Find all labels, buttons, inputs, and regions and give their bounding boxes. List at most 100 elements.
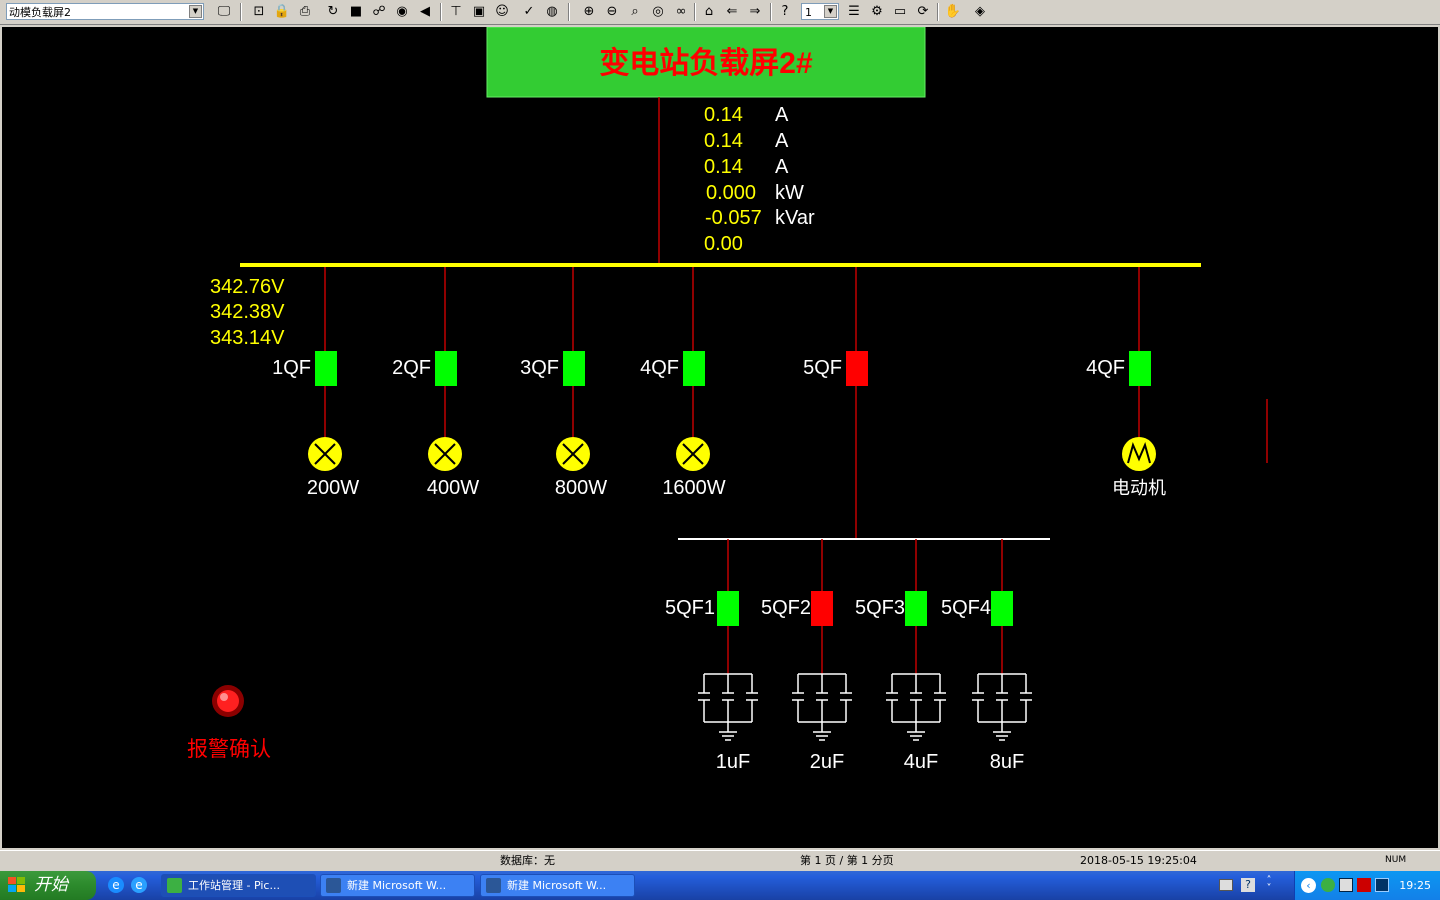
capacitor-8uf-label: 8uF [990,751,1024,773]
capacitor-bank-icon [886,673,946,741]
window-icon[interactable]: ▭ [891,3,909,21]
breaker-2qf[interactable] [435,351,457,386]
zoom-select[interactable]: 1 ▼ [801,3,839,20]
breaker-5qf4[interactable] [991,591,1013,626]
forward-icon[interactable]: ⇒ [746,3,764,21]
toolbar-separator [937,3,939,21]
breaker-1qf[interactable] [315,351,337,386]
status-bar: 数据库：无 第 1 页 / 第 1 分页 2018-05-15 19:25:04… [0,850,1440,871]
breaker-5qf2[interactable] [811,591,833,626]
current-c-unit: A [775,156,789,178]
page-select[interactable]: 动模负载屏2 ▼ [6,3,204,20]
breaker-motor-4qf[interactable] [1129,351,1151,386]
word-icon [486,878,501,893]
chevron-down-icon[interactable]: ▼ [824,5,837,18]
monitor-icon[interactable]: 🖵 [215,3,233,21]
sync-icon[interactable]: ⟳ [914,3,932,21]
breaker-5qf1[interactable] [717,591,739,626]
globe-search-icon[interactable]: ◍ [543,3,561,21]
image-icon[interactable]: ▣ [470,3,488,21]
filter-icon[interactable]: ⊤ [447,3,465,21]
taskbar-clock: 19:25 [1399,879,1431,892]
network-icon[interactable] [1321,878,1335,892]
breaker-3qf[interactable] [563,351,585,386]
task-workstation[interactable]: 工作站管理 - Pic... [161,874,316,897]
hand-icon[interactable]: ✋ [944,3,962,21]
list-icon[interactable]: ☰ [845,3,863,21]
voltage-b: 342.38V [210,301,285,323]
current-b-unit: A [775,130,789,152]
globe-icon [167,878,182,893]
zoom-select-value: 1 [805,6,812,19]
system-tray: ‹ 19:25 [1294,871,1440,900]
binoculars-icon[interactable]: ∞ [672,3,690,21]
zoom-fit-icon[interactable]: ◎ [649,3,667,21]
back-arrow-icon[interactable]: ◀ [416,3,434,21]
home-icon[interactable]: ⌂ [700,3,718,21]
breaker-5qf3-label: 5QF3 [855,597,905,619]
breaker-4qf-label: 4QF [640,357,679,379]
breaker-5qf4-label: 5QF4 [941,597,991,619]
word-icon [326,878,341,893]
task-word-2[interactable]: 新建 Microsoft W... [480,874,635,897]
chevron-up-down-icon[interactable]: ˄ ˅ [1264,876,1274,894]
keyboard-icon[interactable] [1219,879,1233,891]
refresh-icon[interactable]: ↻ [324,3,342,21]
alarm-acknowledge-button[interactable] [212,685,244,717]
taskbar: 开始 e e 工作站管理 - Pic... 新建 Microsoft W... … [0,871,1440,900]
status-datetime: 2018-05-15 19:25:04 [1080,854,1197,867]
toolbar: 动模负载屏2 ▼ 🖵 ⊡ 🔒 ⎙ ↻ ■ ☍ ◉ ◀ ⊤ ▣ ☺ ✓ ◍ ⊕ ⊖… [0,0,1440,25]
globe-icon[interactable]: ◉ [393,3,411,21]
voltage-c: 343.14V [210,327,285,349]
display-icon[interactable] [1339,878,1353,892]
lamp-icon [556,437,590,471]
chevron-down-icon[interactable]: ▼ [189,5,202,18]
help-icon[interactable]: ? [776,3,794,21]
task-workstation-label: 工作站管理 - Pic... [188,879,280,892]
help-icon[interactable]: ? [1241,878,1255,892]
person-icon[interactable]: ☺ [493,3,511,21]
capacitor-bank-icon [792,673,852,741]
browser-icon[interactable]: e [131,877,147,893]
start-button[interactable]: 开始 [0,871,96,900]
check-icon[interactable]: ✓ [520,3,538,21]
monitor-icon[interactable] [1375,878,1389,892]
breaker-1qf-label: 1QF [272,357,311,379]
back-icon[interactable]: ⇐ [723,3,741,21]
network-icon[interactable]: ☍ [370,3,388,21]
capacitor-bank-icon [698,673,758,741]
task-word-1[interactable]: 新建 Microsoft W... [320,874,475,897]
record-icon[interactable]: ■ [347,3,365,21]
antivirus-icon[interactable] [1357,878,1371,892]
toolbar-separator [568,3,570,21]
breaker-5qf[interactable] [846,351,868,386]
print-icon[interactable]: ⎙ [296,3,314,21]
chevron-left-icon[interactable]: ‹ [1301,878,1316,893]
palette-icon[interactable]: ◈ [971,3,989,21]
breaker-4qf[interactable] [683,351,705,386]
zoom-icon[interactable]: ⌕ [626,3,644,21]
capacitor-bank-icon [972,673,1032,741]
current-c-value: 0.14 [704,156,743,178]
zoom-out-icon[interactable]: ⊖ [603,3,621,21]
page-select-value: 动模负载屏2 [9,6,71,19]
breaker-5qf3[interactable] [905,591,927,626]
unlock-icon[interactable]: ⊡ [250,3,268,21]
reactive-power-unit: kVar [775,207,815,229]
ie-icon[interactable]: e [108,877,124,893]
capacitor-1uf-label: 1uF [716,751,750,773]
lamp-icon [428,437,462,471]
zoom-in-icon[interactable]: ⊕ [580,3,598,21]
settings-icon[interactable]: ⚙ [868,3,886,21]
lamp-icon [308,437,342,471]
diagram-canvas: 变电站负载屏2# 0.14 A 0.14 A 0.14 A 0.000 kW -… [2,27,1438,848]
current-a-value: 0.14 [704,104,743,126]
active-power-unit: kW [775,182,804,204]
breaker-5qf2-label: 5QF2 [761,597,811,619]
capacitor-4uf-label: 4uF [904,751,938,773]
alarm-acknowledge-label: 报警确认 [187,738,271,761]
motor-label: 电动机 [1112,478,1166,498]
lock-icon[interactable]: 🔒 [273,3,291,21]
power-factor-value: 0.00 [704,233,743,255]
task-word-2-label: 新建 Microsoft W... [507,879,607,892]
